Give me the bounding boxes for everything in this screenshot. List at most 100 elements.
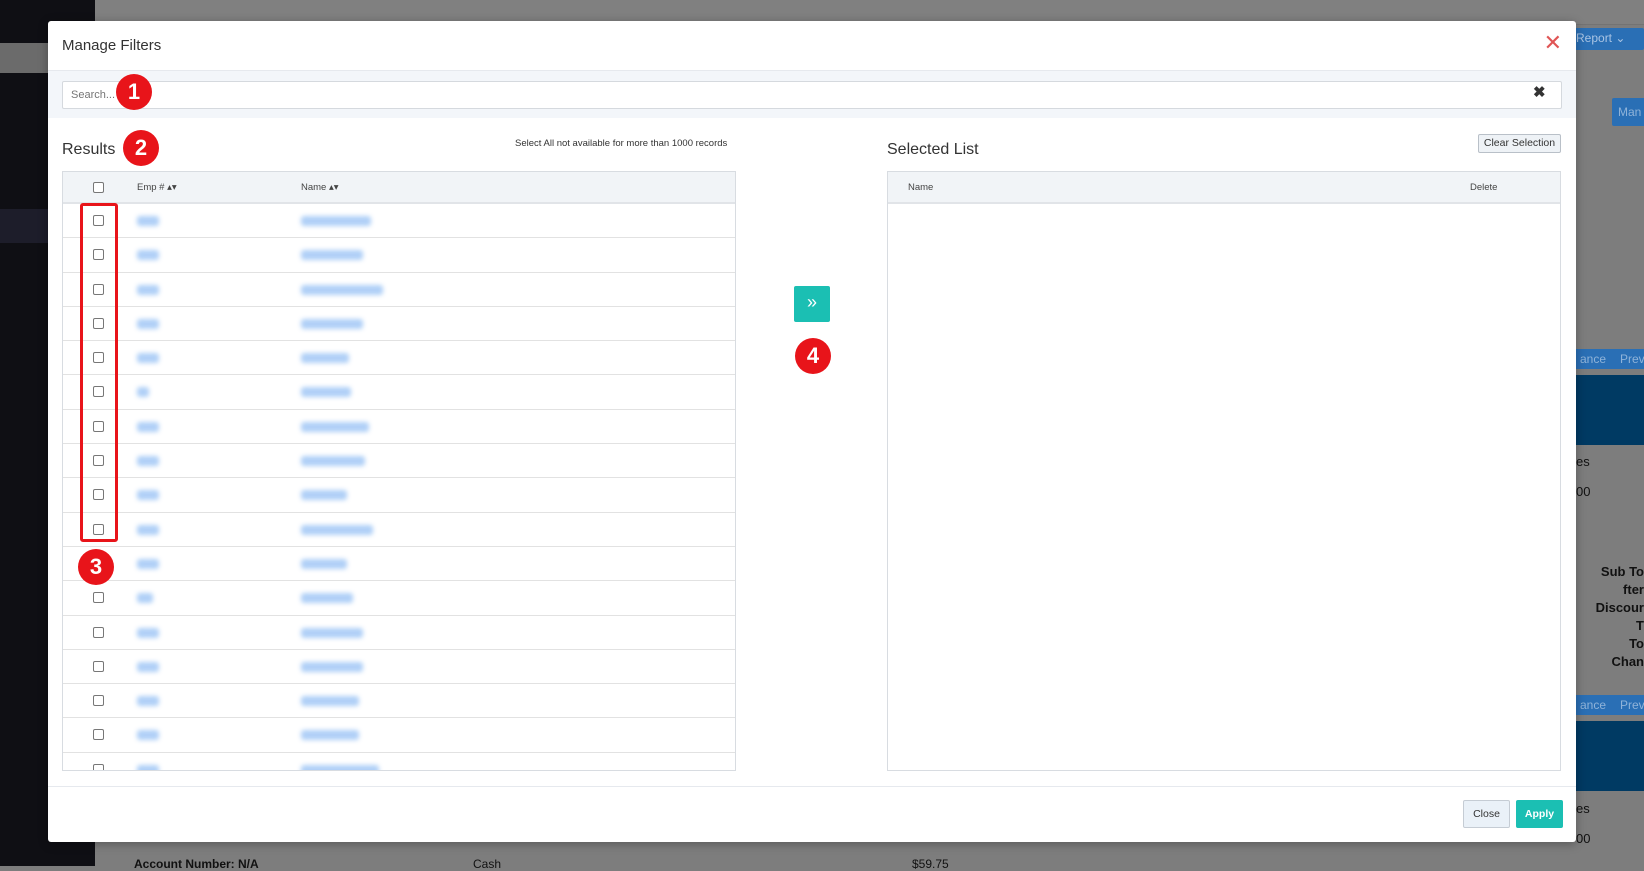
employee-name-link[interactable] [301,764,379,770]
employee-name-link[interactable] [301,284,383,295]
amount: $59.75 [912,857,949,871]
employee-name-link[interactable] [301,524,373,535]
name-column-header[interactable]: Name ▴▾ [301,182,339,193]
results-table: Emp # ▴▾ Name ▴▾ [62,171,736,771]
annotation-badge-2: 2 [123,130,159,166]
bg-panel [1576,375,1644,445]
table-row[interactable] [63,238,735,273]
search-input[interactable] [62,81,1562,109]
select-all-note: Select All not available for more than 1… [515,138,728,149]
apply-button[interactable]: Apply [1516,800,1563,828]
table-row[interactable] [63,204,735,239]
report-label: Report [1576,31,1613,45]
employee-name-link[interactable] [301,421,369,432]
man-button[interactable]: Man [1612,98,1644,126]
bg-text: Chan [1611,654,1644,669]
employee-name-link[interactable] [301,627,363,638]
employee-name-link[interactable] [301,216,371,226]
employee-name-link[interactable] [301,730,359,741]
table-row[interactable] [63,718,735,753]
delete-column-header: Delete [1470,182,1498,193]
table-row[interactable] [63,375,735,410]
annotation-badge-1: 1 [116,74,152,110]
emp-number-link[interactable] [137,696,159,707]
table-row[interactable] [63,581,735,616]
table-row[interactable] [63,273,735,307]
row-checkbox[interactable] [93,695,104,707]
selected-list-heading: Selected List [887,141,979,158]
employee-name-link[interactable] [301,593,353,604]
modal-footer [48,786,1576,787]
employee-name-link[interactable] [301,250,363,261]
emp-number-link[interactable] [137,216,159,226]
select-all-checkbox[interactable] [93,182,104,193]
report-button[interactable]: Report ⌄ [1570,28,1644,50]
row-checkbox[interactable] [93,660,104,672]
emp-number-link[interactable] [137,730,159,741]
emp-number-link[interactable] [137,593,153,604]
emp-number-link[interactable] [137,456,159,467]
emp-number-link[interactable] [137,661,159,672]
row-checkbox[interactable] [93,729,104,741]
emp-number-link[interactable] [137,284,159,295]
employee-name-link[interactable] [301,456,365,467]
close-button[interactable]: Close [1463,800,1510,828]
bg-text: T [1636,618,1644,633]
table-row[interactable] [63,616,735,650]
employee-name-link[interactable] [301,387,351,398]
results-header: Emp # ▴▾ Name ▴▾ [63,172,735,204]
table-row[interactable] [63,547,735,582]
employee-name-link[interactable] [301,490,347,501]
table-row[interactable] [63,753,735,770]
row-checkbox[interactable] [93,592,104,604]
emp-number-link[interactable] [137,524,159,535]
employee-name-link[interactable] [301,318,363,329]
emp-number-link[interactable] [137,318,159,329]
emp-number-link[interactable] [137,250,159,261]
prev-button[interactable]: Prev [1614,349,1644,369]
emp-column-header[interactable]: Emp # ▴▾ [137,182,177,193]
emp-number-link[interactable] [137,421,159,432]
bg-text: es [1576,454,1590,469]
employee-name-link[interactable] [301,661,363,672]
bg-text: 00 [1576,831,1591,846]
bg-text: fter Discour [1595,582,1644,615]
table-row[interactable] [63,444,735,479]
bg-totals: Sub To fter Discour T To Chan [1576,563,1644,671]
bg-panel [1576,721,1644,791]
emp-number-link[interactable] [137,558,159,569]
table-row[interactable] [63,513,735,547]
bg-text: 00 [1576,484,1591,499]
results-heading: Results [62,141,116,158]
prev-button[interactable]: Prev [1614,695,1644,715]
table-row[interactable] [63,478,735,513]
emp-number-link[interactable] [137,627,159,638]
move-selected-button[interactable]: » [794,286,830,322]
annotation-badge-3: 3 [78,549,114,585]
employee-name-link[interactable] [301,696,359,707]
table-row[interactable] [63,410,735,445]
emp-number-link[interactable] [137,353,159,364]
modal-title: Manage Filters [62,37,162,54]
employee-name-link[interactable] [301,353,349,364]
table-row[interactable] [63,341,735,376]
emp-number-link[interactable] [137,490,159,501]
table-row[interactable] [63,307,735,342]
emp-number-link[interactable] [137,764,159,770]
clear-search-icon[interactable]: ✖ [1533,83,1546,101]
manage-filters-modal: Manage Filters ✕ ✖ Results Select All no… [48,21,1576,842]
table-row[interactable] [63,684,735,719]
bg-text: To [1629,636,1644,651]
employee-name-link[interactable] [301,558,347,569]
row-checkbox[interactable] [93,763,104,770]
emp-number-link[interactable] [137,387,149,398]
payment-type: Cash [473,857,502,871]
name-column-header: Name [908,182,934,193]
clear-selection-button[interactable]: Clear Selection [1478,134,1561,153]
table-row[interactable] [63,650,735,685]
row-checkbox[interactable] [93,626,104,638]
selected-list-table: Name Delete [887,171,1561,771]
close-icon[interactable]: ✕ [1544,32,1562,54]
annotation-highlight-box [80,203,118,542]
bg-text: es [1576,801,1590,816]
